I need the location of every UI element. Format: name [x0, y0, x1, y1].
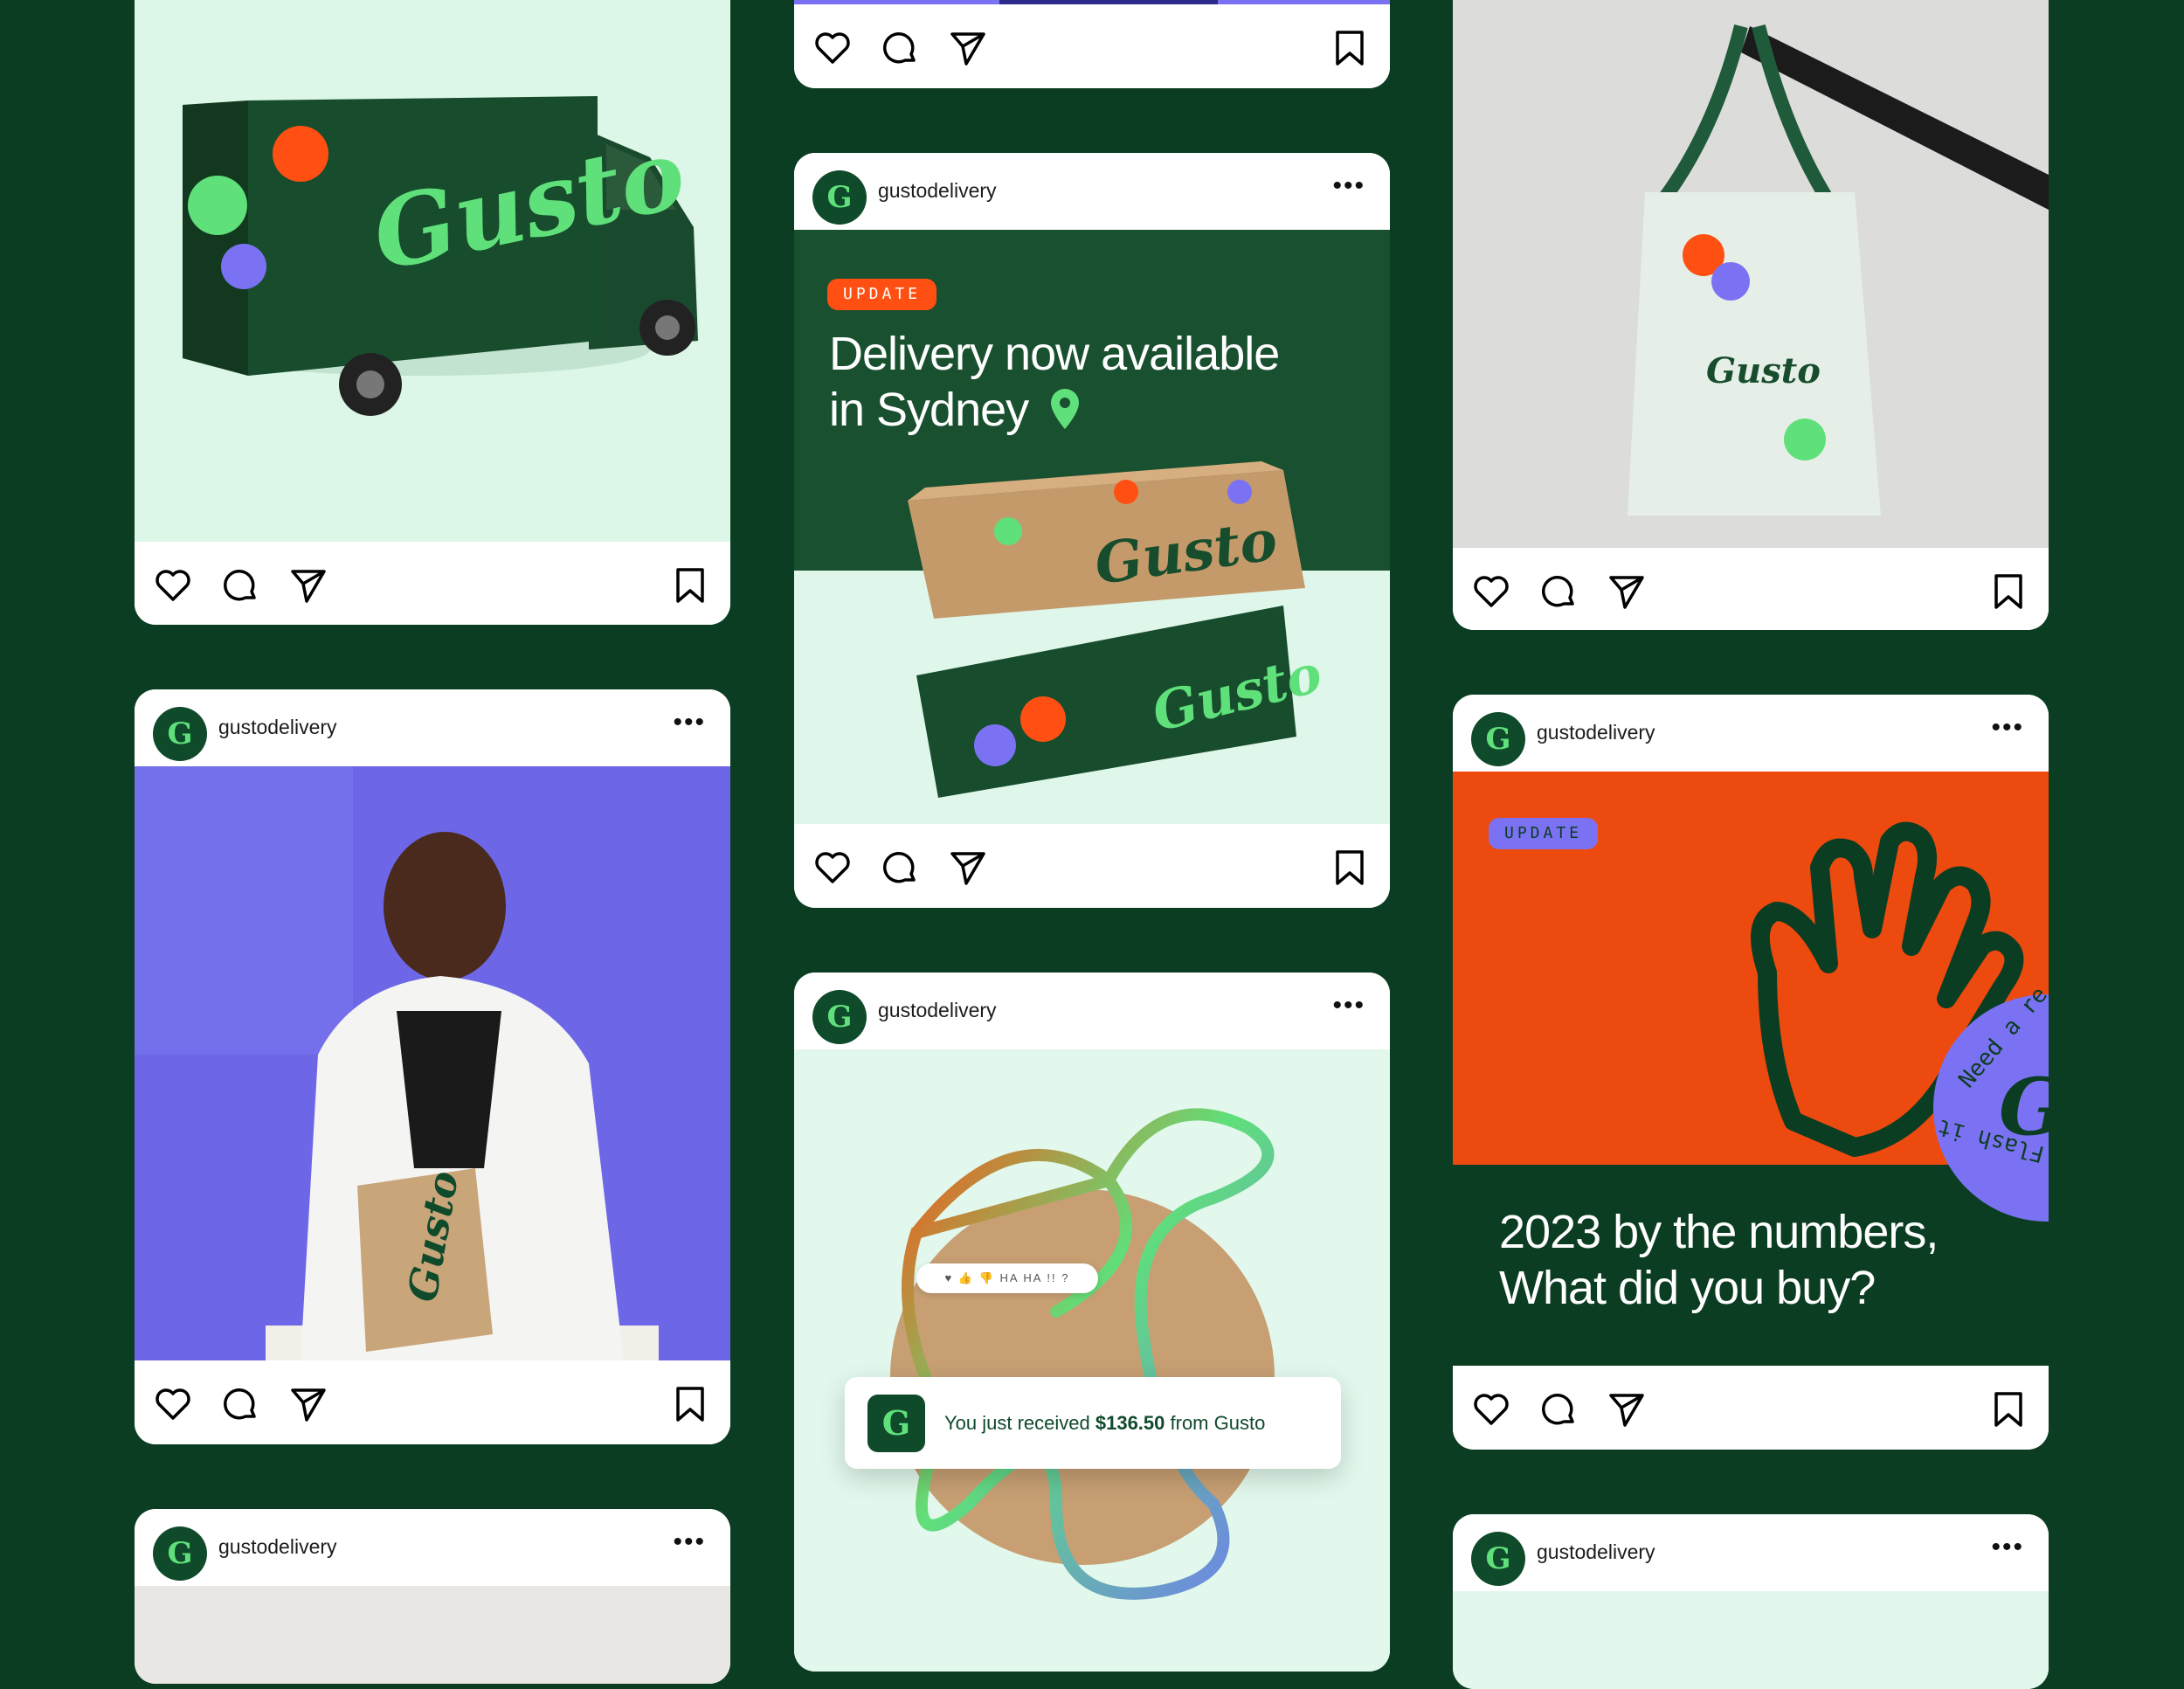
heart-icon[interactable] [152, 564, 194, 606]
account-username[interactable]: gustodelivery [1537, 721, 1655, 744]
send-icon[interactable] [947, 27, 989, 69]
action-bar [794, 824, 1390, 908]
send-icon[interactable] [287, 1383, 329, 1425]
heart-icon[interactable] [1470, 1388, 1512, 1430]
post-card-bottom-right: G gustodelivery ••• [1453, 1514, 2049, 1689]
post-header: G gustodelivery ••• [135, 689, 730, 766]
account-avatar[interactable]: G [812, 990, 867, 1044]
heart-icon[interactable] [1470, 571, 1512, 613]
update-badge: UPDATE [827, 279, 937, 310]
svg-text:G: G [1999, 1061, 2049, 1153]
post-headline: Delivery now available in Sydney [829, 326, 1280, 438]
location-pin-icon [1051, 389, 1080, 429]
action-bar [794, 4, 1390, 88]
svg-text:Gusto: Gusto [1706, 350, 1821, 391]
post-image-numbers: Need a re Flash it G UPDATE 2023 by the … [1453, 772, 2049, 1366]
update-badge: UPDATE [1489, 818, 1599, 849]
headline-line-2-text: in Sydney [829, 384, 1029, 436]
bookmark-icon[interactable] [669, 564, 711, 606]
reaction-question[interactable]: ? [1061, 1271, 1069, 1284]
comment-icon[interactable] [1538, 1388, 1579, 1430]
reaction-bar: ♥ 👍 👎 HA HA !! ? [916, 1263, 1098, 1293]
more-options-icon[interactable]: ••• [1332, 173, 1365, 199]
post-image-payment: ♥ 👍 👎 HA HA !! ? G You just received $13… [794, 1049, 1390, 1672]
comment-icon[interactable] [1538, 571, 1579, 613]
post-image-woman: Gusto [135, 766, 730, 1360]
comment-icon[interactable] [879, 27, 921, 69]
account-avatar[interactable]: G [812, 170, 867, 225]
more-options-icon[interactable]: ••• [1991, 715, 2024, 741]
post-card-sydney: G gustodelivery ••• Gusto Gusto UPDATE D… [794, 153, 1390, 908]
post-image-tote: Gusto [1453, 0, 2049, 548]
reaction-dislike[interactable]: 👎 [979, 1271, 995, 1284]
account-username[interactable]: gustodelivery [218, 716, 337, 739]
reaction-heart[interactable]: ♥ [945, 1271, 954, 1284]
headline-line-1: 2023 by the numbers, [1499, 1206, 1939, 1258]
post-image-partial [135, 1586, 730, 1684]
post-header: G gustodelivery ••• [794, 153, 1390, 230]
headline-line-2: in Sydney [829, 382, 1279, 438]
account-avatar[interactable]: G [1471, 1532, 1525, 1586]
bookmark-icon[interactable] [1987, 571, 2029, 613]
bookmark-icon[interactable] [1329, 27, 1371, 69]
headline-line-2: What did you buy? [1499, 1262, 1876, 1314]
send-icon[interactable] [287, 564, 329, 606]
action-bar [135, 542, 730, 625]
bookmark-icon[interactable] [669, 1383, 711, 1425]
heart-icon[interactable] [152, 1383, 194, 1425]
more-options-icon[interactable]: ••• [673, 1529, 706, 1555]
post-card-truck: Gusto [135, 0, 730, 625]
headline-line-1: Delivery now available [829, 328, 1280, 380]
comment-icon[interactable] [219, 564, 261, 606]
action-bar [135, 1360, 730, 1444]
more-options-icon[interactable]: ••• [673, 710, 706, 736]
action-bar [1453, 1366, 2049, 1450]
post-card-bottom-left: G gustodelivery ••• [135, 1509, 730, 1684]
reaction-emphasis[interactable]: !! [1047, 1271, 1056, 1284]
post-card-top-partial [794, 0, 1390, 88]
gusto-app-icon: G [867, 1395, 925, 1452]
send-icon[interactable] [947, 847, 989, 889]
post-image-partial [1453, 1591, 2049, 1689]
post-header: G gustodelivery ••• [1453, 695, 2049, 772]
reaction-haha[interactable]: HA HA [999, 1271, 1041, 1284]
post-image-truck: Gusto [135, 0, 730, 542]
action-bar [1453, 548, 2049, 630]
more-options-icon[interactable]: ••• [1991, 1534, 2024, 1561]
post-header: G gustodelivery ••• [135, 1509, 730, 1586]
account-username[interactable]: gustodelivery [878, 999, 997, 1022]
comment-icon[interactable] [879, 847, 921, 889]
send-icon[interactable] [1606, 571, 1648, 613]
account-avatar[interactable]: G [153, 1526, 207, 1581]
account-username[interactable]: gustodelivery [878, 179, 997, 203]
reaction-like[interactable]: 👍 [958, 1271, 974, 1284]
post-card-tote: Gusto [1453, 0, 2049, 630]
post-headline: 2023 by the numbers, What did you buy? [1499, 1204, 1939, 1316]
post-header: G gustodelivery ••• [1453, 1514, 2049, 1591]
post-header: G gustodelivery ••• [794, 973, 1390, 1049]
post-card-payment: G gustodelivery ••• ♥ 👍 👎 HA HA !! ? G Y… [794, 973, 1390, 1672]
payment-notification[interactable]: G You just received $136.50 from Gusto [845, 1377, 1341, 1469]
account-username[interactable]: gustodelivery [1537, 1540, 1655, 1564]
bookmark-icon[interactable] [1329, 847, 1371, 889]
account-avatar[interactable]: G [153, 707, 207, 761]
notification-message: You just received $136.50 from Gusto [944, 1412, 1266, 1434]
heart-icon[interactable] [812, 847, 854, 889]
post-card-numbers: G gustodelivery ••• Need a re Flash it G… [1453, 695, 2049, 1450]
heart-icon[interactable] [812, 27, 854, 69]
payment-amount: $136.50 [1095, 1412, 1165, 1434]
bookmark-icon[interactable] [1987, 1388, 2029, 1430]
account-avatar[interactable]: G [1471, 712, 1525, 766]
comment-icon[interactable] [219, 1383, 261, 1425]
send-icon[interactable] [1606, 1388, 1648, 1430]
more-options-icon[interactable]: ••• [1332, 993, 1365, 1019]
post-image-sydney: Gusto Gusto UPDATE Delivery now availabl… [794, 230, 1390, 824]
account-username[interactable]: gustodelivery [218, 1535, 337, 1559]
post-card-woman: G gustodelivery ••• Gusto [135, 689, 730, 1444]
